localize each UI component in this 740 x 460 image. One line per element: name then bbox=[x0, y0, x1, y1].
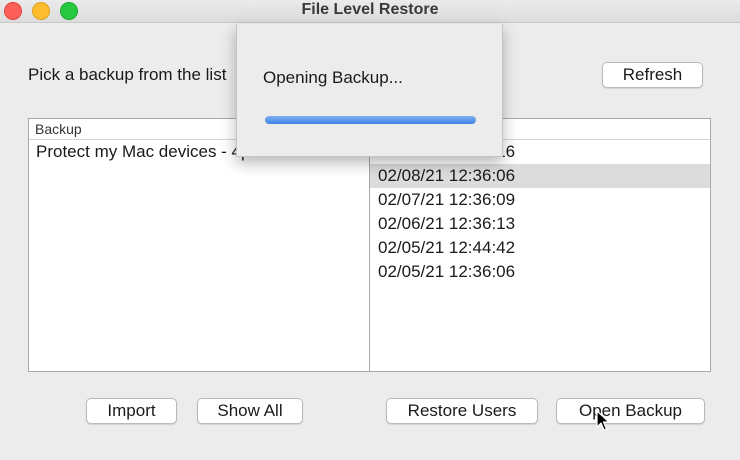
open-backup-button[interactable]: Open Backup bbox=[556, 398, 705, 424]
date-list-item[interactable]: 02/05/21 12:44:42 bbox=[370, 236, 710, 260]
restore-users-button[interactable]: Restore Users bbox=[386, 398, 538, 424]
date-list-item[interactable]: 02/08/21 12:36:06 bbox=[370, 164, 710, 188]
date-list-item[interactable]: 02/05/21 12:36:06 bbox=[370, 260, 710, 284]
opening-backup-dialog: Opening Backup... bbox=[236, 24, 503, 157]
progress-bar bbox=[265, 116, 476, 124]
progress-bar-fill bbox=[265, 116, 476, 124]
date-list-item[interactable]: 02/07/21 12:36:09 bbox=[370, 188, 710, 212]
refresh-button[interactable]: Refresh bbox=[602, 62, 703, 88]
pick-backup-prompt: Pick a backup from the list bbox=[28, 65, 227, 84]
show-all-button[interactable]: Show All bbox=[197, 398, 303, 424]
title-bar[interactable]: File Level Restore bbox=[0, 0, 740, 23]
file-level-restore-window: File Level Restore Pick a backup from th… bbox=[0, 0, 740, 460]
import-button[interactable]: Import bbox=[86, 398, 177, 424]
arrow-cursor-icon bbox=[596, 410, 610, 431]
date-list-item[interactable]: 02/06/21 12:36:13 bbox=[370, 212, 710, 236]
window-title: File Level Restore bbox=[301, 1, 439, 18]
dialog-message: Opening Backup... bbox=[263, 68, 403, 87]
